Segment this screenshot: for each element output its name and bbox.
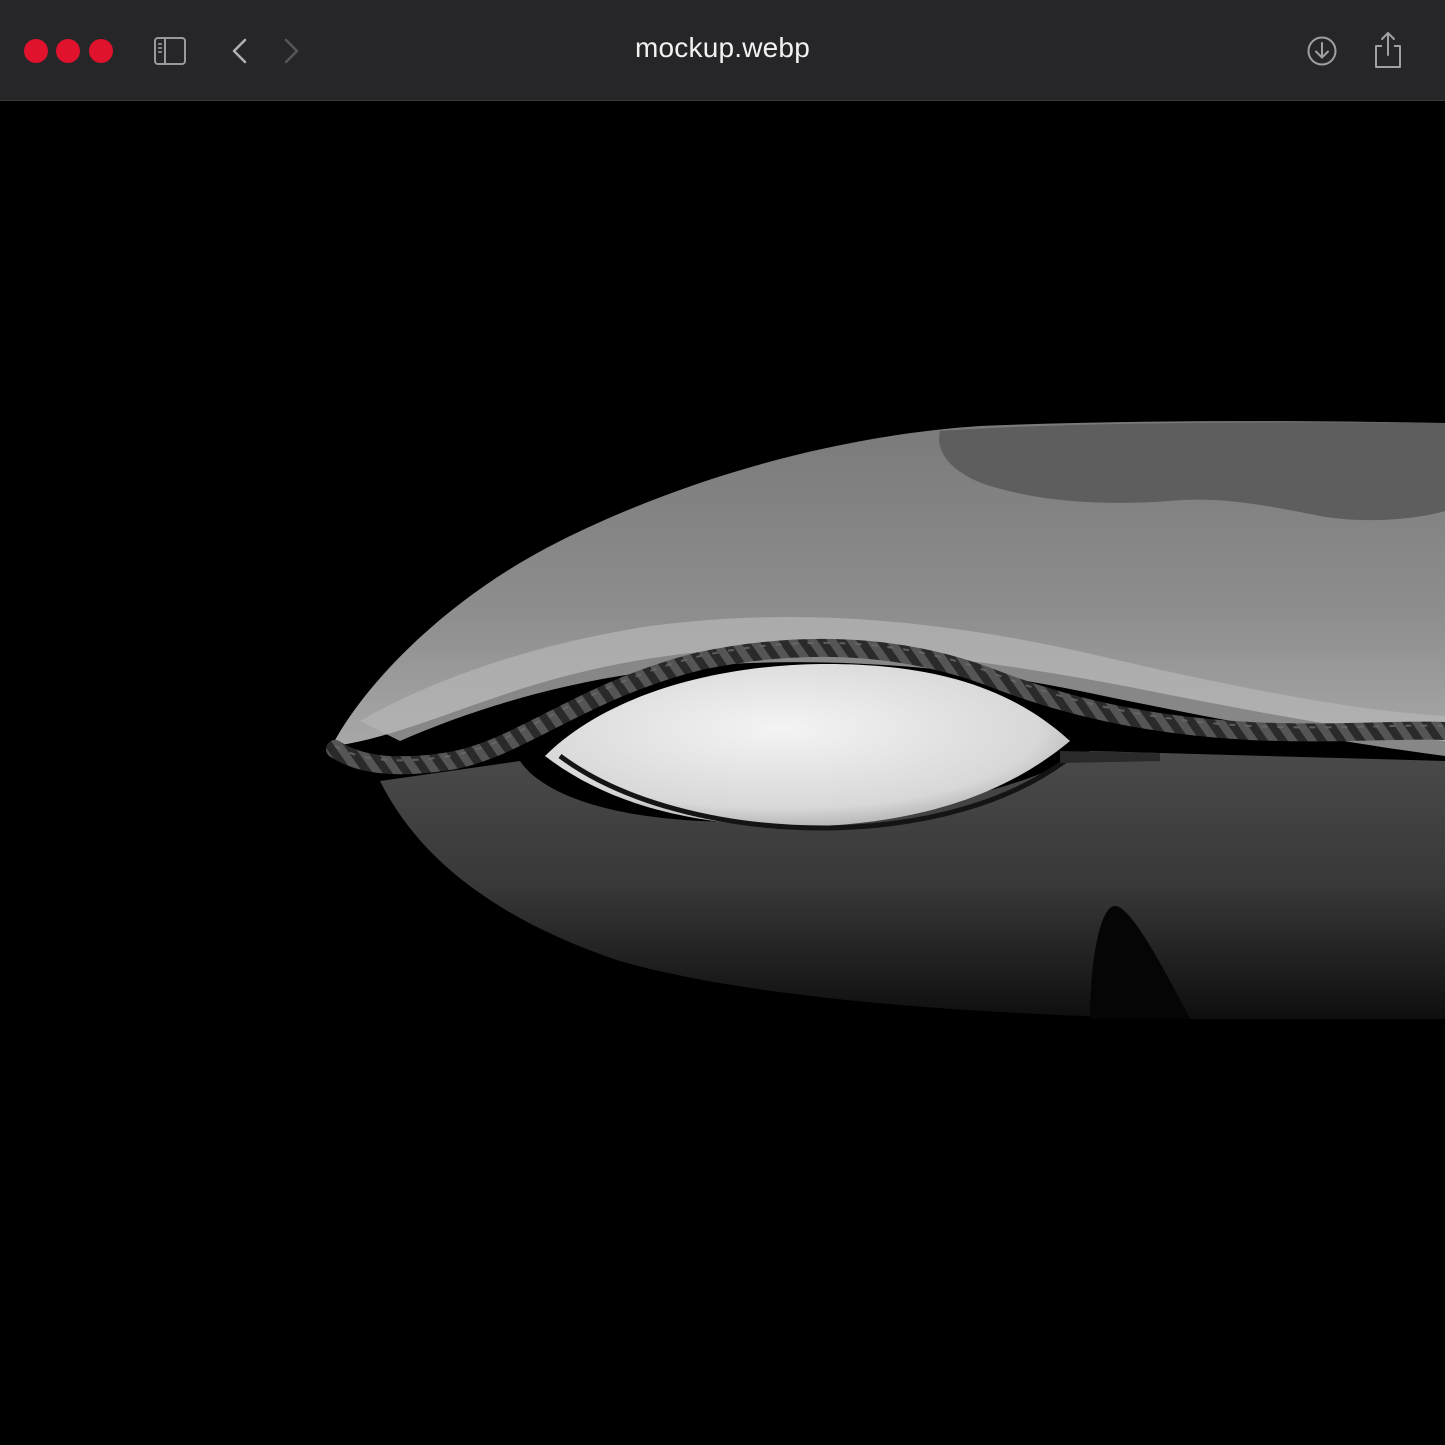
window-title-wrap: mockup.webp [0,30,1445,66]
image-viewer-window: mockup.webp [0,0,1445,1445]
zipper-tape [1060,751,1160,763]
window-title: mockup.webp [635,32,810,63]
share-icon[interactable] [1371,29,1405,71]
zoom-window-button[interactable] [89,39,113,63]
minimize-window-button[interactable] [56,39,80,63]
image-canvas [0,101,1445,1445]
chevron-left-icon[interactable] [226,33,252,69]
download-icon[interactable] [1304,33,1340,69]
pillow-mockup-image [326,421,1445,1019]
close-window-button[interactable] [24,39,48,63]
toolbar: mockup.webp [0,0,1445,101]
sidebar-toggle-icon[interactable] [153,36,187,66]
chevron-right-icon[interactable] [279,33,305,69]
